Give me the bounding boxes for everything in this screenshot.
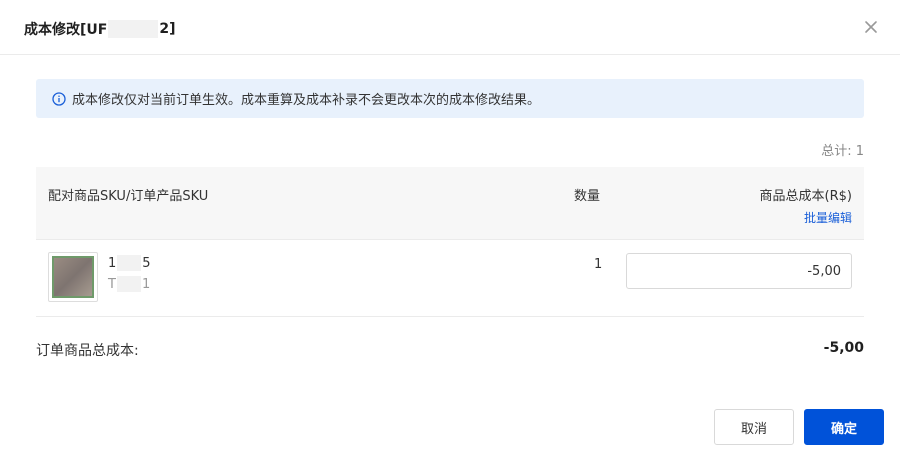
dialog-title-suffix: 2]	[159, 21, 176, 37]
bulk-edit-link[interactable]: 批量编辑	[804, 209, 852, 226]
redacted-mask	[108, 20, 159, 38]
header-sku: 配对商品SKU/订单产品SKU	[48, 189, 209, 204]
redacted-mask	[117, 255, 142, 271]
redacted-mask	[116, 276, 141, 292]
info-notice: 成本修改仅对当前订单生效。成本重算及成本补录不会更改本次的成本修改结果。	[36, 79, 864, 118]
name-prefix: T	[108, 276, 116, 292]
table-header: 配对商品SKU/订单产品SKU 数量 商品总成本(R$) 批量编辑	[36, 167, 864, 240]
cancel-button[interactable]: 取消	[714, 409, 794, 445]
sku-suffix: 5	[142, 255, 151, 271]
order-total-cost-label: 订单商品总成本:	[36, 343, 139, 359]
row-quantity: 1	[594, 257, 603, 272]
dialog-title-prefix: 成本修改[UF	[24, 22, 108, 38]
name-suffix: 1	[141, 276, 151, 292]
dialog-header: 成本修改[UF 2]	[0, 0, 900, 55]
row-sku: 1 5	[108, 255, 151, 271]
row-product-name: T 1	[108, 276, 150, 292]
header-total-cost: 商品总成本(R$)	[759, 189, 852, 204]
header-quantity: 数量	[574, 189, 601, 204]
confirm-button[interactable]: 确定	[804, 409, 884, 445]
dialog-title: 成本修改[UF 2]	[24, 19, 175, 39]
table-row: 1 5 T 1 1	[36, 240, 864, 317]
cost-edit-dialog: 成本修改[UF 2] 成本修改仅对当前订单生效。成本重算及成本补录不会更改本次的…	[0, 0, 900, 461]
notice-text: 成本修改仅对当前订单生效。成本重算及成本补录不会更改本次的成本修改结果。	[72, 93, 541, 108]
sku-prefix: 1	[108, 255, 117, 271]
total-count: 总计: 1	[821, 144, 864, 159]
product-thumbnail	[48, 252, 98, 302]
info-icon	[52, 91, 66, 106]
order-total-cost-value: -5,00	[823, 340, 864, 356]
cost-input[interactable]	[626, 253, 852, 289]
close-icon[interactable]	[864, 20, 878, 34]
